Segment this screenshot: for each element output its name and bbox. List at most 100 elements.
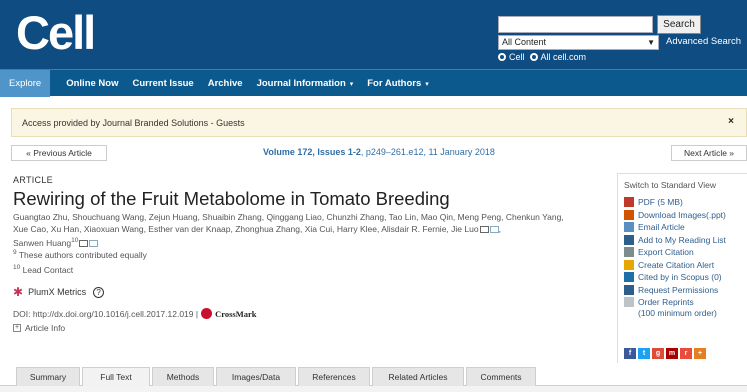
email-icon bbox=[624, 222, 634, 232]
social-share-icons: f t g m r + bbox=[624, 348, 706, 359]
radio-cell-label: Cell bbox=[509, 52, 525, 62]
search-scope-select[interactable]: All Content ▼ bbox=[498, 35, 659, 50]
footnote-9-mark: 9 bbox=[13, 249, 17, 256]
mendeley-icon[interactable]: m bbox=[666, 348, 678, 359]
next-article-button[interactable]: Next Article » bbox=[671, 145, 747, 161]
search-scope-radios: Cell All cell.com bbox=[498, 52, 586, 62]
reprints-label-line1: Order Reprints bbox=[638, 297, 694, 307]
alert-icon bbox=[624, 259, 634, 270]
tool-label: Request Permissions bbox=[638, 284, 719, 295]
switch-standard-view-link[interactable]: Switch to Standard View bbox=[624, 180, 716, 190]
footnote-equal-contribution: 9 These authors contributed equally bbox=[13, 249, 147, 260]
tool-pdf[interactable]: PDF (5 MB) bbox=[624, 197, 726, 208]
doi-line: DOI: http://dx.doi.org/10.1016/j.cell.20… bbox=[13, 308, 257, 319]
scopus-icon bbox=[624, 272, 634, 282]
chevron-down-icon: ▾ bbox=[423, 80, 429, 88]
article-info-label: Article Info bbox=[25, 323, 66, 333]
email-envelope-icon[interactable] bbox=[489, 225, 499, 233]
more-share-icon[interactable]: + bbox=[694, 348, 706, 359]
export-icon bbox=[624, 247, 634, 257]
reddit-icon[interactable]: r bbox=[680, 348, 692, 359]
tool-export[interactable]: Export Citation bbox=[624, 247, 726, 258]
search-input[interactable] bbox=[498, 16, 653, 33]
authors-line-3[interactable]: Sanwen Huang bbox=[13, 238, 71, 248]
permissions-icon bbox=[624, 284, 634, 295]
chevron-down-icon: ▾ bbox=[347, 80, 354, 88]
close-icon[interactable]: × bbox=[728, 116, 734, 127]
plumx-icon: ✱ bbox=[13, 285, 24, 299]
tab-comments[interactable]: Comments bbox=[466, 367, 536, 386]
lead-contact-sup: 10 bbox=[71, 237, 79, 244]
nav-for-authors-label: For Authors bbox=[367, 77, 422, 89]
nav-explore[interactable]: Explore bbox=[0, 69, 51, 97]
article-title: Rewiring of the Fruit Metabolome in Toma… bbox=[13, 188, 450, 209]
radio-cell[interactable] bbox=[498, 53, 506, 61]
article-type-label: ARTICLE bbox=[13, 175, 53, 185]
tool-label: PDF (5 MB) bbox=[638, 197, 683, 207]
tool-label: Create Citation Alert bbox=[638, 259, 715, 270]
dropdown-arrow-icon: ▼ bbox=[647, 38, 655, 47]
nav-archive[interactable]: Archive bbox=[201, 70, 250, 97]
crossmark-icon[interactable] bbox=[201, 308, 213, 319]
article-tabs: Summary Full Text Methods Images/Data Refere… bbox=[16, 367, 616, 386]
site-header: Cell Search All Content ▼ Advanced Searc… bbox=[0, 0, 747, 69]
tool-order-reprints[interactable]: Order Reprints (100 minimum order) bbox=[624, 297, 726, 319]
crossmark-label[interactable]: CrossMark bbox=[215, 309, 256, 319]
radio-all-cell[interactable] bbox=[529, 53, 538, 61]
search-scope-value: All Content bbox=[502, 37, 547, 47]
tab-references[interactable]: References bbox=[298, 367, 370, 386]
plumx-metrics[interactable]: ✱ PlumX Metrics? bbox=[13, 285, 105, 299]
contact-card-icon[interactable] bbox=[479, 225, 489, 233]
ppt-icon bbox=[624, 209, 634, 220]
nav-online-now[interactable]: Online Now bbox=[50, 70, 125, 97]
article-info-toggle[interactable]: + Article Info bbox=[13, 323, 65, 333]
facebook-icon[interactable]: f bbox=[624, 348, 636, 359]
tool-permissions[interactable]: Request Permissions bbox=[624, 284, 726, 296]
nav-for-authors[interactable]: For Authors ▾ bbox=[360, 70, 435, 97]
article-tools-list: PDF (5 MB) Download Images(.ppt) Email Art… bbox=[624, 197, 726, 321]
plumx-label: PlumX Metrics bbox=[28, 287, 87, 297]
tab-summary[interactable]: Summary bbox=[16, 367, 80, 386]
tool-label: Email Article bbox=[638, 222, 685, 232]
tool-alert[interactable]: Create Citation Alert bbox=[624, 259, 726, 271]
volume-pages-date: , p249–261.e12, 11 January 2018 bbox=[360, 147, 495, 157]
reprints-icon bbox=[624, 297, 634, 307]
nav-journal-information[interactable]: Journal Information ▾ bbox=[250, 70, 361, 97]
tool-label: Cited by in Scopus (0) bbox=[638, 272, 722, 282]
footnote-10-mark: 10 bbox=[13, 264, 21, 271]
tab-methods[interactable]: Methods bbox=[152, 367, 214, 386]
tab-images-data[interactable]: Images/Data bbox=[216, 367, 296, 386]
advanced-search-link[interactable]: Advanced Search bbox=[666, 36, 741, 47]
search-button[interactable]: Search bbox=[657, 15, 701, 34]
authors-line-2[interactable]: Xue Cao, Xu Han, Xiaoxuan Wang, Esther v… bbox=[13, 224, 479, 234]
tab-full-text[interactable]: Full Text bbox=[82, 367, 150, 386]
cell-logo[interactable]: Cell bbox=[16, 5, 96, 61]
reprints-label: Order Reprints (100 minimum order) bbox=[638, 297, 717, 318]
expand-plus-icon: + bbox=[13, 324, 21, 332]
doi-link[interactable]: DOI: http://dx.doi.org/10.1016/j.cell.20… bbox=[13, 309, 198, 319]
reprints-label-line2: (100 minimum order) bbox=[638, 307, 717, 318]
twitter-icon[interactable]: t bbox=[638, 348, 650, 359]
pdf-icon bbox=[624, 197, 634, 207]
tab-related-articles[interactable]: Related Articles bbox=[372, 367, 464, 386]
footnote-lead-contact: 10 Lead Contact bbox=[13, 264, 73, 275]
email-envelope-icon[interactable] bbox=[89, 240, 99, 248]
previous-article-button[interactable]: « Previous Article bbox=[11, 145, 107, 161]
tool-email[interactable]: Email Article bbox=[624, 222, 726, 233]
google-plus-icon[interactable]: g bbox=[652, 348, 664, 359]
info-icon[interactable]: ? bbox=[93, 286, 105, 298]
authors-line-1[interactable]: Guangtao Zhu, Shouchuang Wang, Zejun Hua… bbox=[13, 212, 564, 222]
tool-scopus[interactable]: Cited by in Scopus (0) bbox=[624, 272, 726, 283]
access-notice: Access provided by Journal Branded Solut… bbox=[11, 108, 747, 137]
contact-card-icon[interactable] bbox=[79, 240, 89, 248]
tool-reading-list[interactable]: Add to My Reading List bbox=[624, 234, 726, 246]
nav-current-issue[interactable]: Current Issue bbox=[125, 70, 200, 97]
volume-info[interactable]: Volume 172, Issues 1-2, p249–261.e12, 11… bbox=[263, 147, 495, 157]
tabs-baseline bbox=[0, 385, 747, 392]
author-list: Guangtao Zhu, Shouchuang Wang, Zejun Hua… bbox=[13, 212, 564, 248]
footnote-9-text: These authors contributed equally bbox=[18, 249, 147, 260]
tool-ppt[interactable]: Download Images(.ppt) bbox=[624, 209, 726, 221]
reading-list-icon bbox=[624, 234, 634, 245]
access-notice-text: Access provided by Journal Branded Solut… bbox=[22, 118, 245, 128]
tool-label: Download Images(.ppt) bbox=[638, 209, 726, 220]
